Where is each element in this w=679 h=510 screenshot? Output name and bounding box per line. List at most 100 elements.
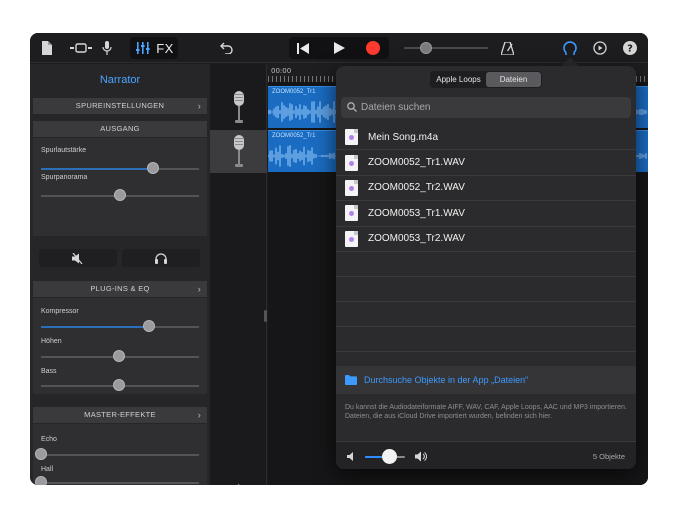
compressor-knob[interactable] — [143, 320, 155, 332]
output-header: AUSGANG — [33, 121, 207, 137]
browser-tab-control: Apple Loops Dateien — [430, 71, 542, 88]
microphone-icon[interactable] — [100, 33, 114, 63]
playhead-slider-track[interactable] — [404, 47, 488, 49]
compressor-fill — [41, 326, 151, 328]
mute-button[interactable] — [39, 249, 117, 267]
preview-footer: 5 Objekte — [336, 441, 636, 469]
inspector-title: Narrator — [99, 74, 141, 86]
region-name: ZOOM0052_Tr1 — [272, 133, 316, 139]
file-name: ZOOM0052_Tr1.WAV — [368, 157, 465, 169]
master-effects-panel: Echo Hall — [33, 424, 207, 485]
file-row[interactable]: ZOOM0052_Tr1.WAV — [336, 150, 636, 176]
track-view-icon[interactable] — [68, 33, 94, 63]
empty-row — [336, 252, 636, 277]
metronome-icon[interactable] — [499, 33, 515, 63]
audio-file-icon — [345, 230, 358, 247]
empty-row — [336, 277, 636, 302]
undo-icon[interactable] — [218, 33, 236, 63]
microphone-icon — [233, 90, 244, 123]
region-name: ZOOM0052_Tr1 — [272, 89, 316, 95]
plugins-panel: Kompressor Höhen Bass — [33, 298, 207, 394]
tab-dateien[interactable]: Dateien — [486, 72, 541, 87]
master-effects-label: MASTER-EFFEKTE — [84, 410, 156, 419]
folder-icon — [345, 375, 357, 385]
reverb-label: Hall — [41, 466, 54, 473]
play-icon[interactable] — [328, 33, 350, 63]
plugins-eq-label: PLUG-INS & EQ — [90, 284, 150, 293]
search-input[interactable] — [361, 97, 621, 118]
compressor-label: Kompressor — [41, 308, 79, 315]
search-field[interactable] — [341, 97, 631, 118]
file-browser-popover: Apple Loops Dateien Mein Song.m4a ZOOM00… — [336, 66, 636, 469]
bass-knob[interactable] — [113, 379, 125, 391]
treble-label: Höhen — [41, 338, 62, 345]
track-volume-fill — [41, 168, 155, 170]
resize-handle[interactable] — [264, 310, 267, 322]
file-row[interactable]: Mein Song.m4a — [336, 125, 636, 151]
track-settings-header[interactable]: SPUREINSTELLUNGEN › — [33, 98, 207, 114]
audio-file-icon — [345, 179, 358, 196]
file-name: Mein Song.m4a — [368, 131, 439, 143]
echo-track[interactable] — [41, 454, 199, 456]
track-pan-knob[interactable] — [114, 189, 126, 201]
track-header-column: + — [210, 64, 267, 485]
preview-volume-knob[interactable] — [382, 449, 397, 464]
tab-apple-loops[interactable]: Apple Loops — [431, 72, 486, 87]
file-name: ZOOM0053_Tr2.WAV — [368, 233, 465, 245]
reverb-knob[interactable] — [35, 476, 47, 485]
import-info-text: Du kannst die Audiodateiformate AIFF, WA… — [345, 404, 627, 420]
ruler-start-label: 00:00 — [271, 67, 292, 75]
echo-knob[interactable] — [35, 448, 47, 460]
plugins-eq-header[interactable]: PLUG-INS & EQ › — [33, 281, 207, 297]
browse-files-label: Durchsuche Objekte in der App „Dateien“ — [364, 375, 529, 385]
track-header-1[interactable] — [210, 86, 267, 129]
master-effects-header[interactable]: MASTER-EFFEKTE › — [33, 407, 207, 423]
file-row[interactable]: ZOOM0052_Tr2.WAV — [336, 176, 636, 202]
output-buttons — [33, 249, 207, 267]
microphone-icon — [233, 134, 244, 167]
track-header-2[interactable] — [210, 130, 267, 173]
mixer-icon[interactable] — [134, 33, 152, 63]
help-icon[interactable]: ? — [621, 33, 639, 63]
search-icon — [347, 102, 357, 112]
empty-row — [336, 327, 636, 352]
mute-icon — [72, 252, 83, 264]
audio-file-icon — [345, 205, 358, 222]
reverb-track[interactable] — [41, 482, 199, 484]
playhead-slider-knob[interactable] — [420, 42, 432, 54]
track-pan-label: Spurpanorama — [41, 174, 88, 181]
browse-files-button[interactable]: Durchsuche Objekte in der App „Dateien“ — [336, 366, 636, 394]
chevron-right-icon: › — [197, 410, 201, 420]
settings-icon[interactable] — [591, 33, 609, 63]
garageband-window: FX ? Narrator SPUREINSTELLUNGEN › AUSGAN… — [30, 33, 648, 485]
file-row[interactable]: ZOOM0053_Tr1.WAV — [336, 201, 636, 227]
file-name: ZOOM0053_Tr1.WAV — [368, 207, 465, 219]
volume-high-icon — [415, 451, 427, 462]
chevron-right-icon: › — [197, 284, 201, 294]
audio-file-icon — [345, 154, 358, 171]
svg-text:?: ? — [627, 44, 633, 55]
chevron-right-icon: › — [197, 101, 201, 111]
empty-row — [336, 302, 636, 327]
document-icon[interactable] — [38, 33, 54, 63]
track-inspector: Narrator SPUREINSTELLUNGEN › AUSGANG Spu… — [30, 64, 210, 485]
output-panel: Spurlautstärke Spurpanorama — [33, 138, 207, 236]
track-volume-label: Spurlautstärke — [41, 147, 87, 154]
echo-label: Echo — [41, 436, 57, 443]
track-settings-label: SPUREINSTELLUNGEN — [75, 101, 165, 110]
file-row[interactable]: ZOOM0053_Tr2.WAV — [336, 227, 636, 252]
file-list: Mein Song.m4a ZOOM0052_Tr1.WAV ZOOM0052_… — [336, 125, 636, 352]
headphones-icon — [155, 252, 167, 264]
rewind-icon[interactable] — [292, 33, 314, 63]
volume-low-icon — [347, 452, 353, 461]
add-track-button[interactable]: + — [210, 479, 267, 485]
file-name: ZOOM0052_Tr2.WAV — [368, 182, 465, 194]
treble-knob[interactable] — [113, 350, 125, 362]
record-icon[interactable] — [362, 33, 384, 63]
track-volume-knob[interactable] — [147, 162, 159, 174]
solo-button[interactable] — [122, 249, 200, 267]
bass-label: Bass — [41, 368, 57, 375]
fx-button[interactable]: FX — [156, 33, 174, 63]
top-toolbar: FX ? — [30, 33, 648, 63]
output-label: AUSGANG — [100, 124, 140, 133]
